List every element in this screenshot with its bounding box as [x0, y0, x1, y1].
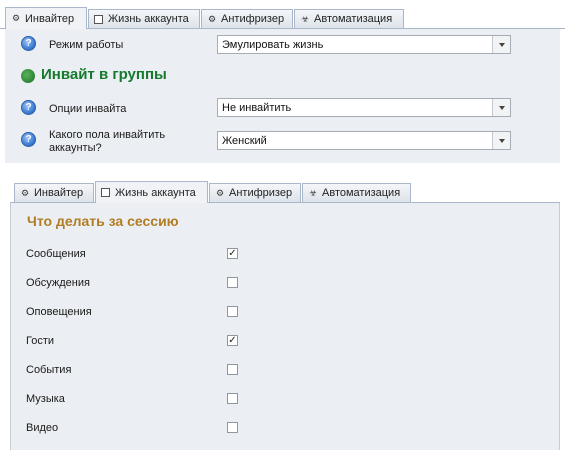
gender-label-line1: Какого пола инвайтить [49, 129, 166, 141]
tab-inviter[interactable]: ⚙ Инвайтер [5, 7, 87, 29]
gender-select-value: Женский [222, 135, 267, 147]
tab-label: Антифризер [229, 187, 293, 199]
item-label-guests: Гости [26, 335, 55, 347]
help-icon[interactable]: ? [21, 100, 36, 115]
item-label-video: Видео [26, 422, 59, 434]
tab-account-life[interactable]: Жизнь аккаунта [88, 9, 200, 28]
tab-label: Автоматизация [314, 13, 393, 25]
tab-label: Инвайтер [25, 12, 75, 25]
tab-label: Антифризер [221, 13, 285, 25]
inner-tabstrip: ⚙ Инвайтер Жизнь аккаунта ⚙ Антифризер ☣… [0, 180, 565, 203]
gender-label-line2: аккаунты? [49, 142, 102, 154]
tab-label: Жизнь аккаунта [115, 186, 196, 199]
section-title: Инвайт в группы [41, 66, 167, 83]
checkbox-guests[interactable]: ✓ [227, 335, 238, 346]
checkbox-discussions[interactable] [227, 277, 238, 288]
mode-label: Режим работы [49, 39, 124, 51]
chevron-down-icon[interactable] [492, 36, 510, 53]
item-label-messages: Сообщения [26, 248, 86, 260]
help-icon[interactable]: ? [21, 132, 36, 147]
gear-icon: ⚙ [207, 13, 217, 24]
chevron-down-icon[interactable] [492, 132, 510, 149]
tab-label: Инвайтер [34, 187, 84, 199]
mode-select[interactable]: Эмулировать жизнь [217, 35, 511, 54]
tab-automation[interactable]: ☣ Автоматизация [302, 183, 411, 202]
checkbox-notifications[interactable] [227, 306, 238, 317]
item-label-music: Музыка [26, 393, 65, 405]
checkbox-icon [94, 14, 103, 24]
checkbox-video[interactable] [227, 422, 238, 433]
tab-antifreezer[interactable]: ⚙ Антифризер [209, 183, 301, 202]
checkbox-icon [101, 188, 110, 197]
invite-options-select[interactable]: Не инвайтить [217, 98, 511, 117]
session-title: Что делать за сессию [27, 213, 179, 229]
mode-select-value: Эмулировать жизнь [222, 39, 324, 51]
item-label-discussions: Обсуждения [26, 277, 90, 289]
tab-automation[interactable]: ☣ Автоматизация [294, 9, 404, 28]
tab-label: Автоматизация [322, 187, 401, 199]
item-label-notifications: Оповещения [26, 306, 92, 318]
invite-options-value: Не инвайтить [222, 102, 292, 114]
gender-select[interactable]: Женский [217, 131, 511, 150]
help-icon[interactable]: ? [21, 36, 36, 51]
checkbox-events[interactable] [227, 364, 238, 375]
tab-inviter[interactable]: ⚙ Инвайтер [14, 183, 94, 202]
inviter-settings-panel: ? Режим работы Эмулировать жизнь Инвайт … [5, 29, 560, 163]
gear-icon: ⚙ [20, 187, 30, 198]
tab-antifreezer[interactable]: ⚙ Антифризер [201, 9, 293, 28]
checkbox-music[interactable] [227, 393, 238, 404]
tab-account-life[interactable]: Жизнь аккаунта [95, 181, 208, 203]
tab-label: Жизнь аккаунта [108, 13, 189, 25]
gear-icon: ⚙ [11, 13, 21, 23]
session-panel: Что делать за сессию [10, 203, 560, 450]
checkbox-messages[interactable]: ✓ [227, 248, 238, 259]
outer-tabstrip: ⚙ Инвайтер Жизнь аккаунта ⚙ Антифризер ☣… [0, 6, 565, 29]
invite-options-label: Опции инвайта [49, 103, 127, 115]
biohazard-icon: ☣ [308, 187, 318, 198]
chevron-down-icon[interactable] [492, 99, 510, 116]
biohazard-icon: ☣ [300, 13, 310, 24]
globe-icon [21, 69, 35, 83]
gear-icon: ⚙ [215, 187, 225, 198]
item-label-events: События [26, 364, 72, 376]
